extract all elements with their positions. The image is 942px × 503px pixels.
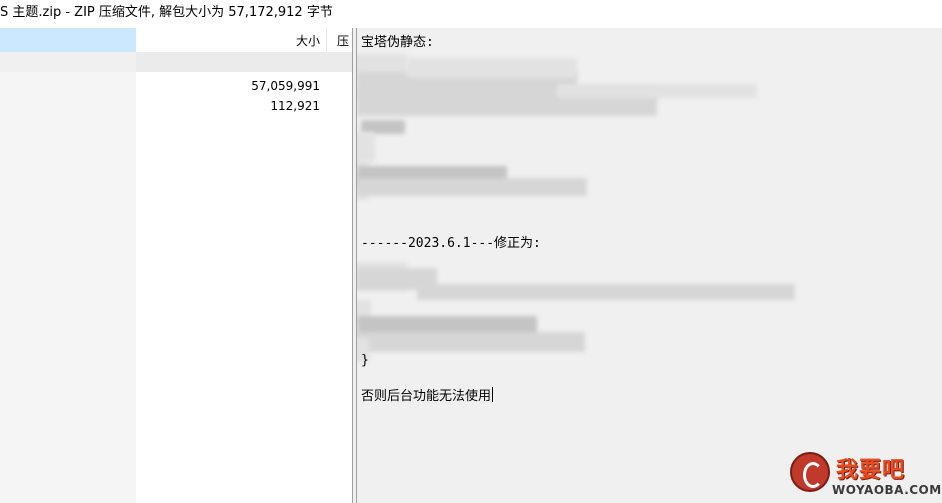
comment-warning-line: 否则后台功能无法使用 — [361, 385, 494, 404]
comment-closing-brace: } — [361, 353, 369, 368]
table-row[interactable]: 57,059,991 — [0, 76, 352, 96]
redacted-block — [417, 284, 795, 300]
redacted-block — [357, 132, 375, 162]
redacted-block — [357, 332, 585, 352]
comment-heading: 宝塔伪静态: — [361, 35, 434, 50]
text-caret — [492, 387, 494, 402]
name-column-background — [0, 72, 136, 503]
column-header-size-label: 大小 — [295, 34, 320, 48]
column-header-compressed-label: 压 — [337, 34, 350, 48]
redacted-block — [557, 84, 757, 98]
table-cell-size: 112,921 — [270, 99, 320, 113]
watermark-text-en: WOYAOBA.COM — [832, 483, 942, 497]
redacted-block — [407, 58, 577, 78]
window-title: S 主题.zip - ZIP 压缩文件, 解包大小为 57,172,912 字节 — [0, 5, 333, 20]
table-row[interactable]: 112,921 — [0, 96, 352, 116]
watermark-logo: 我要吧 WOYAOBA.COM — [786, 450, 942, 503]
table-cell-size: 57,059,991 — [251, 79, 320, 93]
comment-text-area[interactable]: 宝塔伪静态: ------2023.6.1---修正为: } 否则后台功能无法使… — [357, 28, 942, 503]
redacted-block — [357, 178, 587, 196]
column-header-compressed[interactable]: 压 — [327, 28, 352, 52]
file-list-pane[interactable]: 大小 压 57,059,991 112,921 — [0, 28, 352, 503]
logo-emblem-icon — [790, 452, 830, 492]
column-header-size[interactable]: 大小 — [136, 28, 327, 52]
file-list-header: 大小 压 — [0, 28, 352, 52]
table-row-parent[interactable] — [0, 52, 352, 72]
comment-fix-line: ------2023.6.1---修正为: — [361, 236, 541, 251]
comment-warning: 否则后台功能无法使用 — [361, 389, 492, 404]
table-cell-name — [0, 52, 136, 72]
window-titlebar: S 主题.zip - ZIP 压缩文件, 解包大小为 57,172,912 字节 — [0, 0, 942, 28]
watermark-text-cn: 我要吧 — [836, 458, 906, 483]
column-header-name[interactable] — [0, 28, 136, 52]
